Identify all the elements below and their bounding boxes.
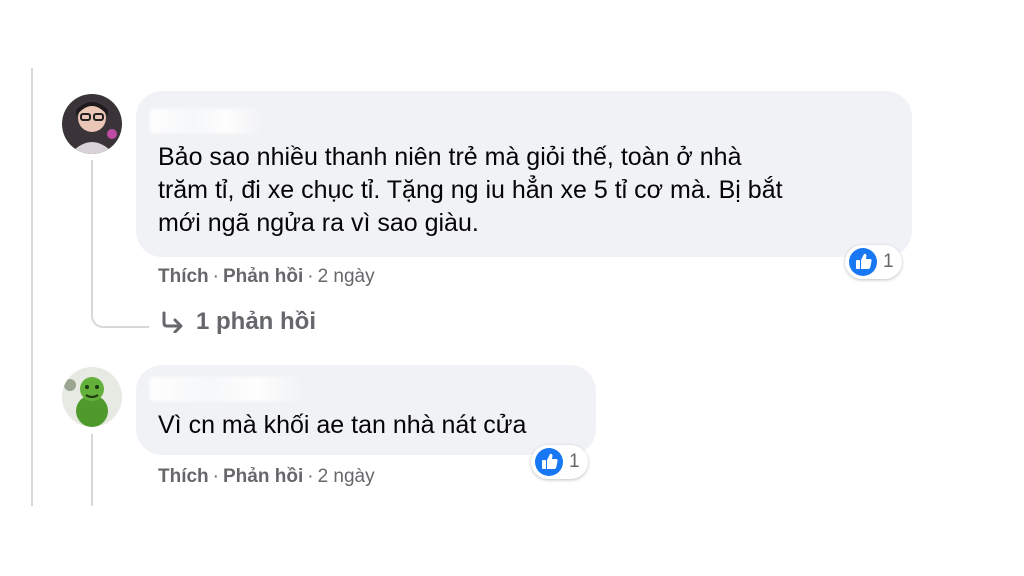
comment-text: Bảo sao nhiều thanh niên trẻ mà giỏi thế… [158, 143, 783, 237]
avatar[interactable] [62, 94, 122, 154]
separator-dot: · [212, 466, 219, 487]
comment-bubble: Bảo sao nhiều thanh niên trẻ mà giỏi thế… [136, 91, 912, 257]
reaction-badge[interactable]: 1 [531, 445, 588, 479]
comment-actions: Thích · Phản hồi · 2 ngày [158, 266, 375, 288]
avatar[interactable] [62, 367, 122, 427]
separator-dot: · [307, 466, 314, 487]
separator-dot: · [212, 266, 219, 287]
avatar-image [62, 367, 122, 427]
like-icon [849, 248, 877, 276]
like-link[interactable]: Thích [158, 266, 209, 287]
like-icon [535, 448, 563, 476]
view-replies-link[interactable]: 1 phản hồi [160, 308, 316, 336]
timestamp[interactable]: 2 ngày [318, 466, 375, 487]
reaction-badge[interactable]: 1 [845, 245, 902, 279]
reply-arrow-icon [162, 311, 183, 333]
reply-thread-line [91, 434, 93, 506]
comment-bubble: Vì cn mà khối ae tan nhà nát cửa [136, 365, 596, 455]
comment-text: Vì cn mà khối ae tan nhà nát cửa [158, 411, 527, 439]
timestamp[interactable]: 2 ngày [318, 266, 375, 287]
like-link[interactable]: Thích [158, 466, 209, 487]
reaction-count: 1 [883, 251, 894, 272]
separator-dot: · [307, 266, 314, 287]
comment-actions: Thích · Phản hồi · 2 ngày [158, 466, 375, 488]
author-name-redacted [150, 109, 260, 133]
reply-link[interactable]: Phản hồi [223, 466, 303, 487]
author-name-redacted [150, 377, 300, 401]
reaction-count: 1 [569, 451, 580, 472]
reply-link[interactable]: Phản hồi [223, 266, 303, 287]
replies-count-label: 1 phản hồi [196, 308, 316, 335]
thread-line [31, 68, 33, 506]
reply-thread-line [91, 160, 93, 300]
reply-connector [91, 296, 149, 328]
avatar-image [62, 94, 122, 154]
